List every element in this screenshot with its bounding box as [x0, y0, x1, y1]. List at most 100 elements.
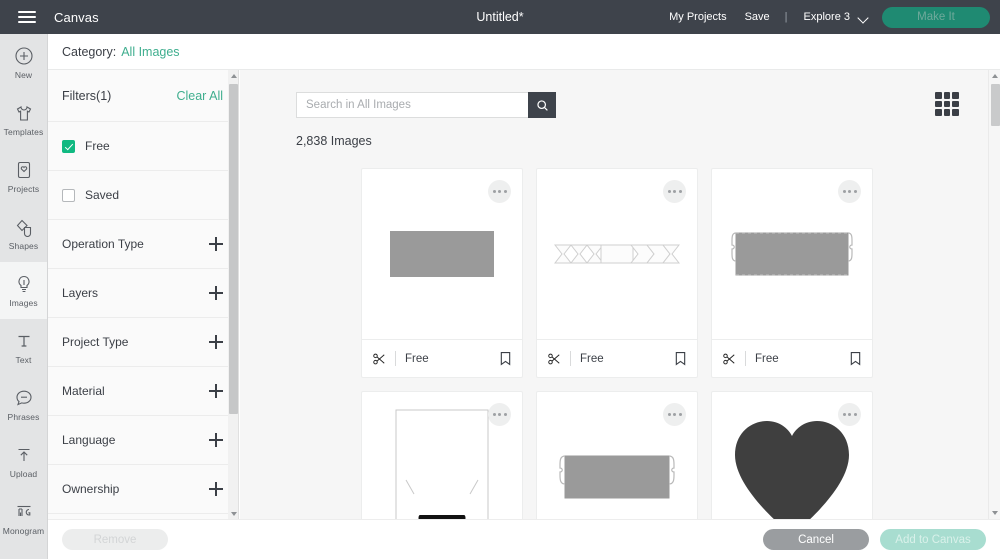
search-row	[296, 92, 556, 118]
rect-gray-artwork	[390, 231, 494, 277]
filter-label: Free	[85, 139, 110, 153]
image-card[interactable]	[361, 391, 523, 519]
add-to-canvas-button[interactable]: Add to Canvas	[880, 529, 986, 550]
scroll-up-arrow-icon[interactable]	[228, 70, 239, 81]
grid-cell	[943, 92, 951, 99]
tag-gray-artwork	[559, 455, 675, 499]
scissors-icon	[548, 353, 560, 364]
plus-icon[interactable]	[209, 433, 223, 447]
more-options-icon[interactable]	[488, 180, 511, 203]
scrollbar-thumb[interactable]	[229, 84, 238, 414]
grid-cell	[943, 109, 951, 116]
image-preview[interactable]	[712, 169, 872, 339]
chevron-down-icon[interactable]	[859, 13, 868, 22]
filters-scrollbar[interactable]	[228, 70, 239, 519]
hamburger-bar	[18, 21, 36, 23]
image-card[interactable]	[711, 391, 873, 519]
save-button[interactable]: Save	[736, 11, 779, 23]
sidebar-label: Projects	[7, 183, 40, 194]
top-bar-actions: My Projects Save | Explore 3 Make It	[660, 6, 1000, 28]
image-preview[interactable]	[537, 169, 697, 339]
filter-group-language[interactable]: Language	[48, 416, 237, 465]
more-options-icon[interactable]	[663, 403, 686, 426]
plus-icon[interactable]	[209, 384, 223, 398]
image-card[interactable]	[536, 391, 698, 519]
bookmark-icon[interactable]	[849, 351, 862, 366]
explore-dropdown[interactable]: Explore 3	[794, 11, 854, 23]
grid-cell	[935, 100, 942, 108]
filter-group-label: Material	[62, 384, 105, 398]
text-t-icon	[14, 331, 34, 351]
category-value[interactable]: All Images	[121, 45, 179, 59]
image-card-footer: Free	[537, 339, 697, 377]
images-content-area: 2,838 Images Free	[240, 70, 988, 519]
more-options-icon[interactable]	[838, 180, 861, 203]
sidebar-item-projects[interactable]: Projects	[0, 148, 47, 205]
scroll-down-arrow-icon[interactable]	[228, 508, 239, 519]
filter-checkbox-free[interactable]: Free	[48, 122, 237, 171]
filter-group-label: Project Type	[62, 335, 129, 349]
sidebar-item-phrases[interactable]: Phrases	[0, 376, 47, 433]
grid-cell	[952, 100, 959, 108]
banner-outline-artwork	[554, 244, 680, 264]
filter-group-project-type[interactable]: Project Type	[48, 318, 237, 367]
plus-circle-icon	[14, 46, 34, 66]
more-options-icon[interactable]	[488, 403, 511, 426]
sidebar-item-text[interactable]: Text	[0, 319, 47, 376]
scrollbar-thumb[interactable]	[991, 84, 1000, 126]
divider	[745, 351, 746, 366]
grid-cell	[952, 92, 959, 99]
image-results-grid: Free Free Free	[361, 168, 889, 519]
search-button[interactable]	[528, 92, 556, 118]
sidebar-item-templates[interactable]: Templates	[0, 91, 47, 148]
filter-group-layers[interactable]: Layers	[48, 269, 237, 318]
cancel-button[interactable]: Cancel	[763, 529, 869, 550]
remove-button[interactable]: Remove	[62, 529, 168, 550]
image-price: Free	[580, 352, 604, 365]
image-card[interactable]: Free	[711, 168, 873, 378]
make-it-button[interactable]: Make It	[882, 6, 990, 28]
sidebar-item-images[interactable]: Images	[0, 262, 47, 319]
clear-all-button[interactable]: Clear All	[176, 89, 223, 103]
plus-icon[interactable]	[209, 237, 223, 251]
hamburger-menu-icon[interactable]	[10, 0, 44, 34]
sidebar-item-upload[interactable]: Upload	[0, 433, 47, 490]
sidebar-item-monogram[interactable]: Monogram	[0, 490, 47, 547]
heart-dark-artwork	[735, 421, 849, 519]
more-options-icon[interactable]	[838, 403, 861, 426]
search-input[interactable]	[296, 92, 528, 118]
grid-cell	[935, 109, 942, 116]
image-card[interactable]: Free	[361, 168, 523, 378]
image-preview[interactable]	[712, 392, 872, 519]
sidebar-label: Text	[15, 354, 32, 365]
plus-icon[interactable]	[209, 482, 223, 496]
more-options-icon[interactable]	[663, 180, 686, 203]
my-projects-link[interactable]: My Projects	[660, 11, 735, 23]
bottom-action-bar: Remove Cancel Add to Canvas	[48, 519, 1000, 559]
plus-icon[interactable]	[209, 286, 223, 300]
filter-checkbox-saved[interactable]: Saved	[48, 171, 237, 220]
image-preview[interactable]	[362, 169, 522, 339]
filter-group-material[interactable]: Material	[48, 367, 237, 416]
filter-group-ownership[interactable]: Ownership	[48, 465, 237, 514]
content-scrollbar[interactable]	[988, 70, 1000, 519]
image-preview[interactable]	[537, 392, 697, 519]
sidebar-label: Phrases	[7, 411, 40, 422]
filter-group-operation-type[interactable]: Operation Type	[48, 220, 237, 269]
image-card-footer: Free	[362, 339, 522, 377]
sidebar-item-new[interactable]: New	[0, 34, 47, 91]
plus-icon[interactable]	[209, 335, 223, 349]
bookmark-icon[interactable]	[499, 351, 512, 366]
checkbox-icon[interactable]	[62, 139, 75, 153]
checkbox-icon[interactable]	[62, 188, 75, 202]
scroll-down-arrow-icon[interactable]	[989, 507, 1000, 519]
search-icon	[536, 99, 548, 111]
grid-cell	[943, 100, 951, 108]
grid-view-toggle[interactable]	[935, 92, 959, 116]
category-label: Category:	[62, 44, 117, 59]
image-preview[interactable]	[362, 392, 522, 519]
bookmark-icon[interactable]	[674, 351, 687, 366]
image-card[interactable]: Free	[536, 168, 698, 378]
scroll-up-arrow-icon[interactable]	[989, 70, 1000, 82]
sidebar-item-shapes[interactable]: Shapes	[0, 205, 47, 262]
